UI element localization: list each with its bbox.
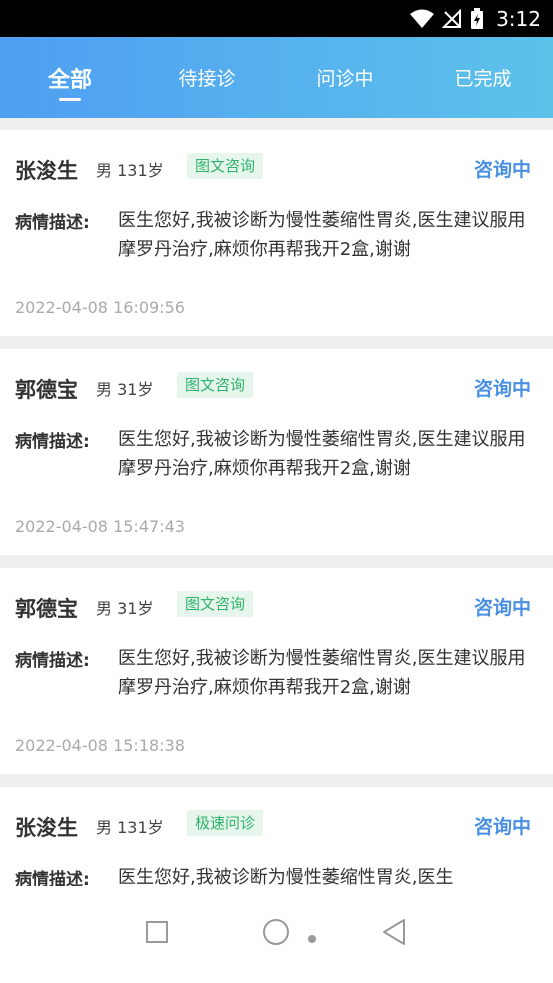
description-label: 病情描述: <box>15 651 90 671</box>
patient-gender-age: 男 31岁 <box>96 380 154 399</box>
tab-completed[interactable]: 已完成 <box>433 37 533 118</box>
patient-gender-age: 男 131岁 <box>96 818 164 837</box>
description-label: 病情描述: <box>15 432 90 452</box>
description-text: 医生您好,我被诊断为慢性萎缩性胃炎,医生建议服用摩罗丹治疗,麻烦你再帮我开2盒,… <box>118 648 526 698</box>
tab-active-indicator <box>59 98 81 101</box>
patient-name: 张浚生 <box>15 816 78 840</box>
triangle-back-icon <box>382 918 406 950</box>
consult-time: 2022-04-08 15:47:43 <box>15 517 185 536</box>
patient-name: 张浚生 <box>15 159 78 183</box>
dot-indicator-icon <box>307 929 317 943</box>
tab-label: 问诊中 <box>316 68 374 90</box>
description-text: 医生您好,我被诊断为慢性萎缩性胃炎,医生建议服用摩罗丹治疗,麻烦你再帮我开2盒,… <box>118 210 526 260</box>
system-nav-bar <box>0 886 553 983</box>
tab-label: 待接诊 <box>178 68 236 90</box>
tab-bar: 全部 待接诊 问诊中 已完成 <box>0 37 553 118</box>
consultation-card[interactable]: 郭德宝 男 31岁 图文咨询 咨询中 病情描述: 医生您好,我被诊断为慢性萎缩性… <box>0 349 553 555</box>
consultation-list[interactable]: 张浚生 男 131岁 图文咨询 咨询中 病情描述: 医生您好,我被诊断为慢性萎缩… <box>0 118 553 886</box>
consult-time: 2022-04-08 15:18:38 <box>15 736 185 755</box>
patient-gender-age: 男 31岁 <box>96 599 154 618</box>
back-button[interactable] <box>378 917 410 951</box>
battery-charging-icon <box>470 7 484 30</box>
consult-type-tag: 极速问诊 <box>187 810 264 836</box>
consult-status: 咨询中 <box>473 378 531 400</box>
square-icon <box>145 920 169 948</box>
no-signal-icon <box>442 8 462 29</box>
consult-status: 咨询中 <box>473 159 531 181</box>
tab-in-consultation[interactable]: 问诊中 <box>295 37 395 118</box>
tab-pending[interactable]: 待接诊 <box>157 37 257 118</box>
patient-name: 郭德宝 <box>15 597 78 621</box>
consult-status: 咨询中 <box>473 597 531 619</box>
consult-status: 咨询中 <box>473 816 531 838</box>
tab-label: 已完成 <box>454 68 512 90</box>
consult-time: 2022-04-08 16:09:56 <box>15 298 185 317</box>
consult-type-tag: 图文咨询 <box>177 372 254 398</box>
patient-name: 郭德宝 <box>15 378 78 402</box>
circle-icon <box>262 918 290 950</box>
tab-all[interactable]: 全部 <box>20 37 120 118</box>
status-time: 3:12 <box>496 6 541 31</box>
status-icons: 3:12 <box>410 0 541 37</box>
description-text: 医生您好,我被诊断为慢性萎缩性胃炎,医生建议服用摩罗丹治疗,麻烦你再帮我开2盒,… <box>118 429 526 479</box>
description-label: 病情描述: <box>15 213 90 233</box>
patient-gender-age: 男 131岁 <box>96 161 164 180</box>
description-text: 医生您好,我被诊断为慢性萎缩性胃炎,医生 <box>118 867 454 886</box>
status-bar: 3:12 <box>0 0 553 37</box>
consultation-card[interactable]: 张浚生 男 131岁 极速问诊 咨询中 病情描述: 医生您好,我被诊断为慢性萎缩… <box>0 787 553 886</box>
consultation-card[interactable]: 郭德宝 男 31岁 图文咨询 咨询中 病情描述: 医生您好,我被诊断为慢性萎缩性… <box>0 568 553 774</box>
home-button[interactable] <box>258 917 294 951</box>
consultation-card[interactable]: 张浚生 男 131岁 图文咨询 咨询中 病情描述: 医生您好,我被诊断为慢性萎缩… <box>0 130 553 336</box>
tab-label: 全部 <box>47 67 92 93</box>
description-label: 病情描述: <box>15 870 90 886</box>
consult-type-tag: 图文咨询 <box>177 591 254 617</box>
consult-type-tag: 图文咨询 <box>187 153 264 179</box>
wifi-icon <box>410 9 435 29</box>
recent-apps-button[interactable] <box>141 918 173 950</box>
